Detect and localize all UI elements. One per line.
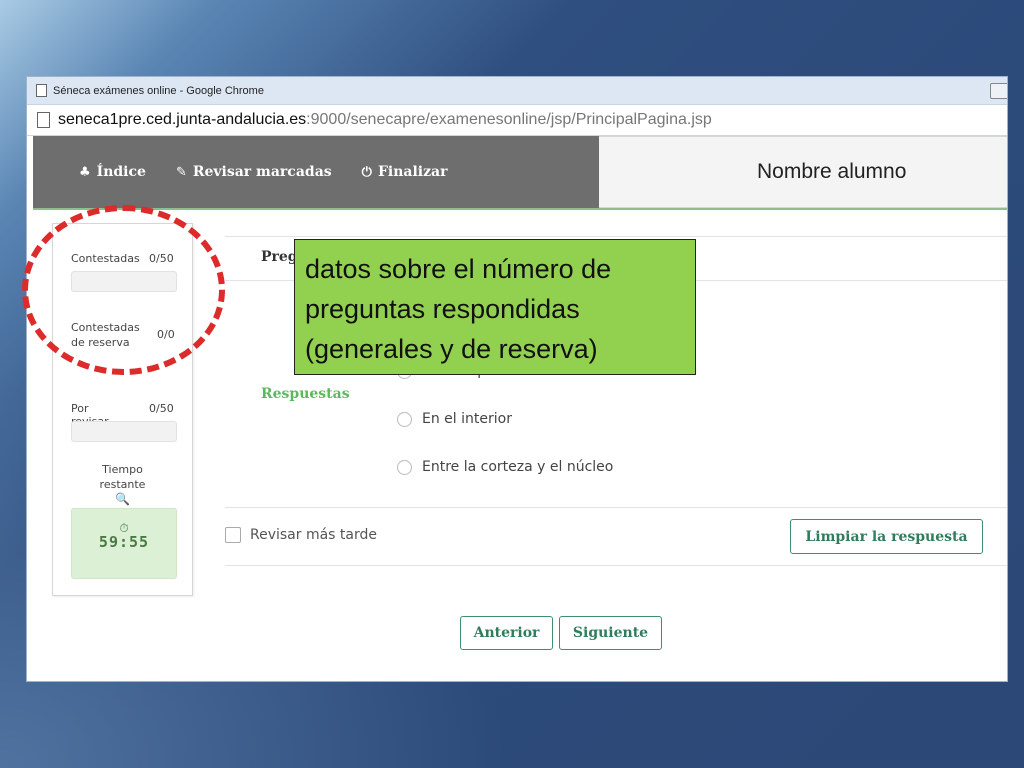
answer-option-label: En el interior [422,411,512,427]
browser-window: Séneca exámenes online - Google Chrome s… [26,76,1008,682]
address-bar[interactable]: seneca1pre.ced.junta-andalucia.es:9000/s… [27,105,1007,136]
time-label-line1: Tiempo [102,463,143,476]
review-progress-bar [71,421,177,442]
answer-option-label: Entre la corteza y el núcleo [422,459,614,475]
highlight-ellipse [22,205,225,375]
clear-answer-button[interactable]: Limpiar la respuesta [790,519,983,554]
nav-item-label: Finalizar [377,164,448,180]
answer-option[interactable]: Entre la corteza y el núcleo [397,459,613,475]
answers-label: Respuestas [261,386,350,402]
zoom-icon[interactable]: 🔍 [53,492,192,507]
url-host: seneca1pre.ced.junta-andalucia.es [58,111,307,128]
nav-item-label: Revisar marcadas [192,164,332,180]
question-title: Preg [261,249,298,265]
radio-button[interactable] [397,411,412,427]
panel-divider [225,565,1007,566]
student-name: Nombre alumno [757,160,907,183]
next-button[interactable]: Siguiente [559,616,662,650]
panel-divider [225,507,1007,508]
previous-button[interactable]: Anterior [460,616,553,650]
panel-divider [225,236,1007,237]
nav-underline [33,208,1007,210]
answer-option[interactable]: En el interior [397,411,512,427]
review-later-checkbox[interactable]: Revisar más tarde [225,527,377,543]
power-icon: ⏻ [361,164,372,180]
time-remaining-label: Tiempo restante [53,462,192,492]
minimize-icon[interactable] [990,82,1007,99]
radio-button[interactable] [397,459,412,475]
nav-menu: ♣ Índice ✎ Revisar marcadas ⏻ Finalizar [33,136,599,208]
nav-item-label: Índice [96,164,146,180]
review-later-label: Revisar más tarde [250,527,378,543]
nav-item-revisar-marcadas[interactable]: ✎ Revisar marcadas [176,164,332,180]
time-label-line2: restante [99,478,146,491]
nav-item-indice[interactable]: ♣ Índice [79,164,146,180]
annotation-callout: datos sobre el número de preguntas respo… [294,239,696,375]
app-nav: ♣ Índice ✎ Revisar marcadas ⏻ Finalizar … [33,136,1007,208]
checkbox[interactable] [225,527,241,543]
document-icon [36,84,47,97]
pencil-icon: ✎ [175,164,187,180]
sitemap-icon: ♣ [79,164,91,180]
nav-item-finalizar[interactable]: ⏻ Finalizar [362,164,448,180]
window-title: Séneca exámenes online - Google Chrome [53,84,264,97]
title-bar: Séneca exámenes online - Google Chrome [27,77,1007,105]
timer-value: 59:55 [98,533,150,551]
url-path: :9000/senecapre/examenesonline/jsp/Princ… [306,111,712,128]
student-name-panel: Nombre alumno [599,136,1007,208]
page-icon [37,112,50,128]
review-value: 0/50 [149,402,174,415]
timer-box: ⏱ 59:55 [71,508,177,579]
